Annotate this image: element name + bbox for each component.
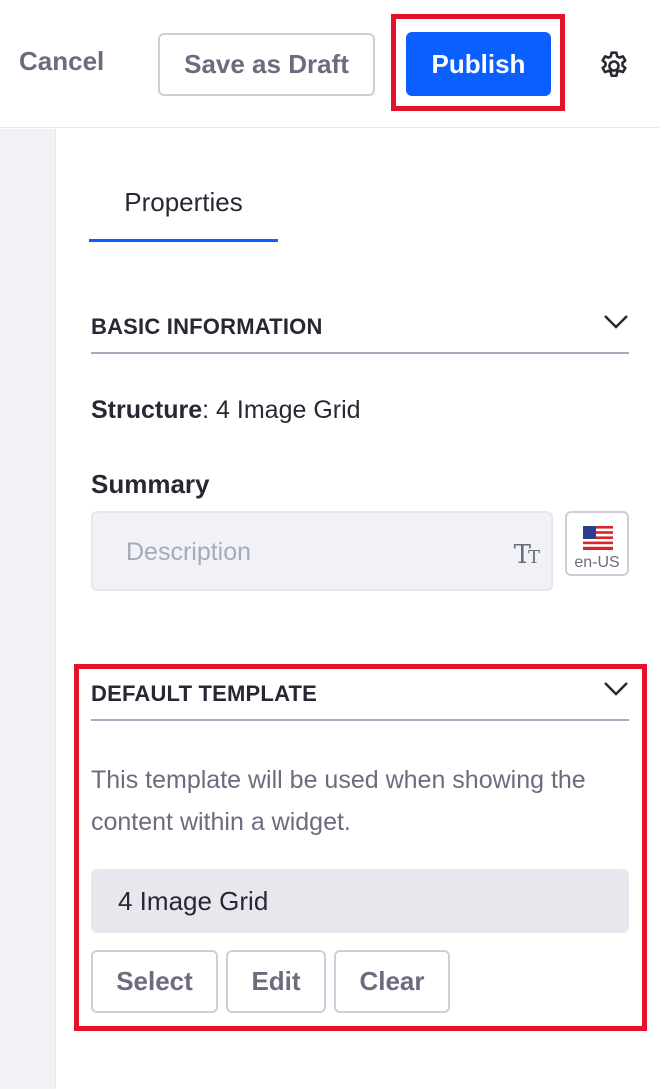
tab-properties[interactable]: Properties [89, 172, 278, 242]
us-flag-icon [583, 526, 613, 550]
basic-information-title: BASIC INFORMATION [91, 314, 323, 339]
cancel-link[interactable]: Cancel [19, 46, 104, 77]
chevron-down-icon[interactable] [603, 312, 629, 332]
locale-selector-button[interactable]: en-US [565, 511, 629, 576]
publish-button[interactable]: Publish [406, 32, 551, 96]
select-template-button[interactable]: Select [91, 950, 218, 1013]
selected-template-field: 4 Image Grid [91, 869, 629, 933]
top-toolbar: Cancel Save as Draft Publish [0, 0, 659, 128]
summary-input[interactable]: Description TT [91, 511, 553, 591]
edit-template-button[interactable]: Edit [226, 950, 326, 1013]
summary-placeholder: Description [126, 538, 252, 566]
default-template-title: DEFAULT TEMPLATE [91, 681, 318, 706]
default-template-header[interactable]: DEFAULT TEMPLATE [91, 677, 629, 721]
default-template-description: This template will be used when showing … [91, 766, 586, 836]
basic-information-header[interactable]: BASIC INFORMATION [91, 310, 629, 354]
structure-info: Structure: 4 Image Grid [91, 396, 361, 425]
text-format-icon[interactable]: TT [514, 540, 540, 570]
save-as-draft-button[interactable]: Save as Draft [158, 33, 375, 96]
structure-separator: : [202, 396, 217, 424]
locale-label: en-US [574, 554, 620, 571]
gear-icon[interactable] [597, 49, 631, 83]
clear-template-button[interactable]: Clear [334, 950, 450, 1013]
chevron-down-icon[interactable] [603, 679, 629, 699]
structure-value: 4 Image Grid [216, 396, 361, 424]
summary-label: Summary [91, 469, 210, 499]
left-sidebar-strip [0, 129, 56, 1089]
structure-label: Structure [91, 396, 203, 424]
